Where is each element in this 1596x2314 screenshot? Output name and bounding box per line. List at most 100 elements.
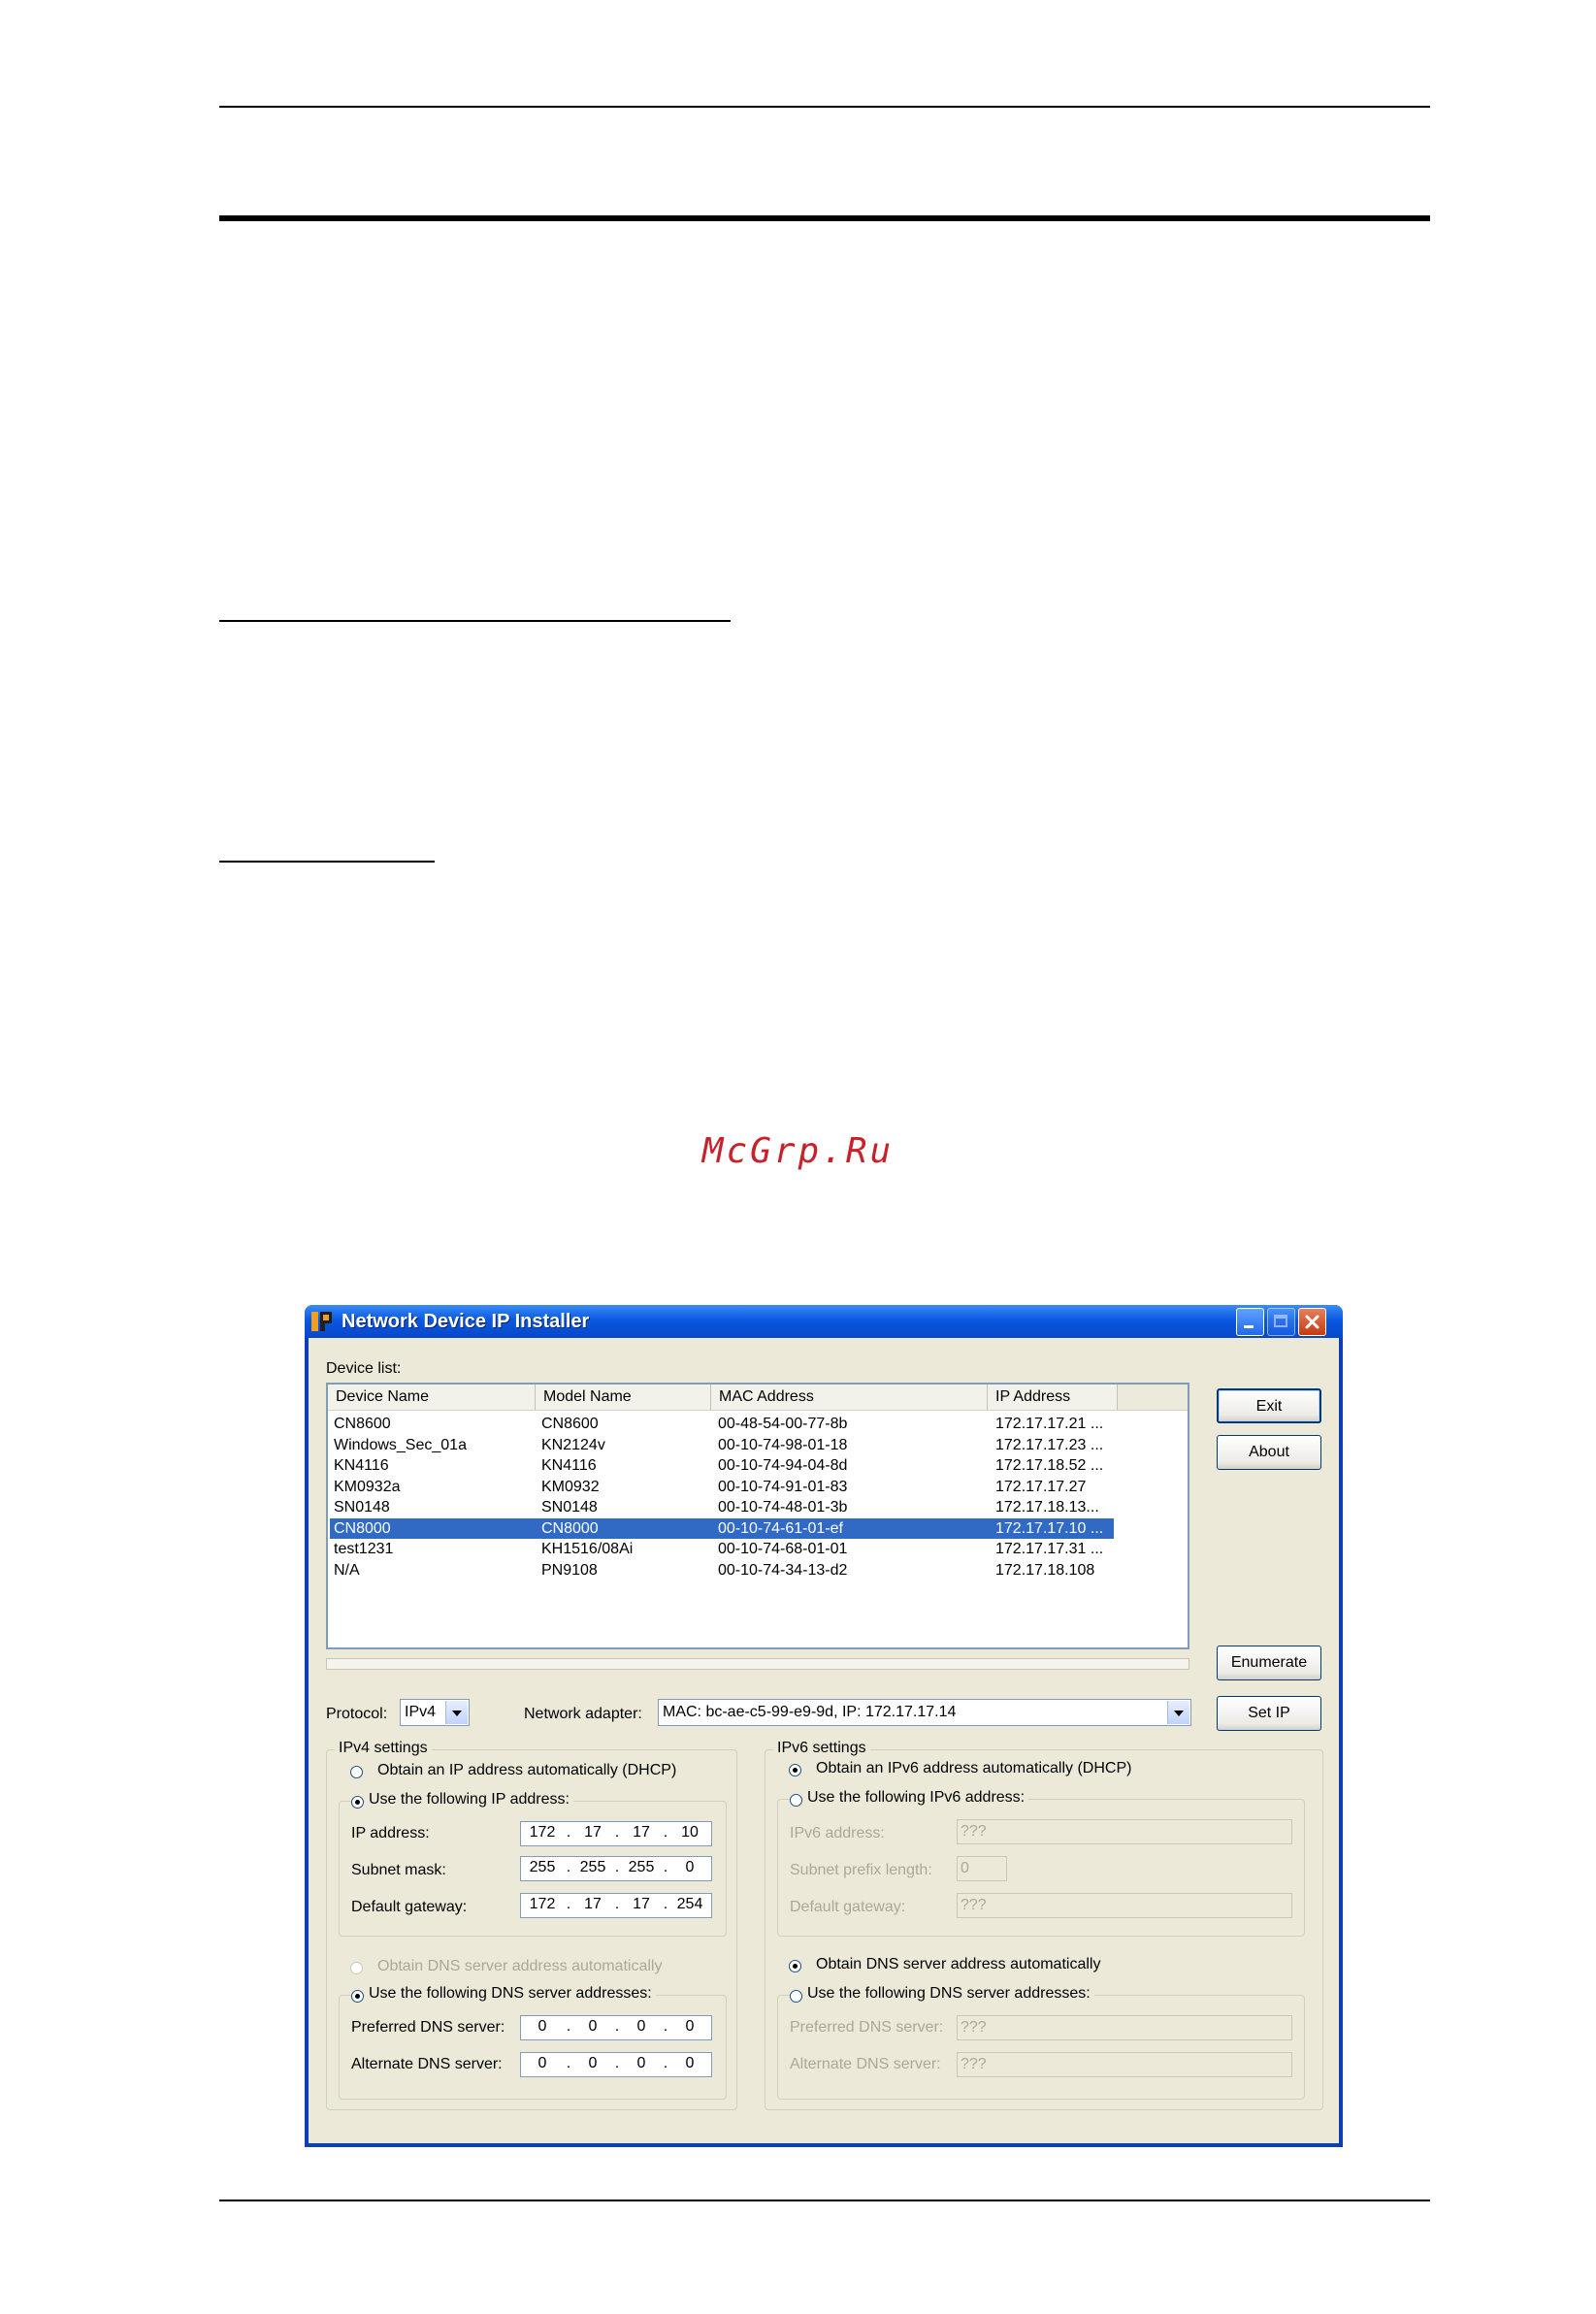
table-row[interactable]: N/A PN9108 00-10-74-34-13-d2 172.17.18.108 <box>330 1560 1114 1581</box>
ipv6-preferred-dns-field[interactable]: ??? <box>957 2015 1292 2040</box>
about-button[interactable]: About <box>1217 1435 1321 1470</box>
ipv6-static-label[interactable]: Use the following IPv6 address: <box>803 1789 1029 1807</box>
alternate-dns-field[interactable]: 0. 0. 0. 0 <box>520 2052 712 2077</box>
device-name-cell: SN0148 <box>334 1499 390 1516</box>
ipv6-dns-static-label[interactable]: Use the following DNS server addresses: <box>803 1985 1094 2003</box>
set-ip-button[interactable]: Set IP <box>1217 1696 1321 1731</box>
alt-dns-octet-3: 0 <box>636 2055 646 2071</box>
ip-octet-1: 172 <box>529 1824 556 1841</box>
ip-dot: . <box>663 2055 668 2071</box>
model-name-cell: SN0148 <box>541 1499 598 1516</box>
ipv6-dns-subgroup: Use the following DNS server addresses: … <box>777 1985 1305 2100</box>
maximize-icon <box>1274 1315 1287 1327</box>
ip-address-cell: 172.17.18.13... <box>995 1499 1099 1516</box>
ipv6-gateway-field[interactable]: ??? <box>957 1893 1292 1918</box>
default-gateway-label: Default gateway: <box>351 1899 468 1915</box>
device-name-cell: N/A <box>334 1561 360 1579</box>
ipv4-dhcp-label[interactable]: Obtain an IP address automatically (DHCP… <box>377 1762 676 1779</box>
ipv4-settings-group: IPv4 settings Obtain an IP address autom… <box>326 1740 737 2110</box>
model-name-cell: KM0932 <box>541 1478 600 1495</box>
minimize-button[interactable] <box>1236 1308 1264 1336</box>
subnet-prefix-length-field[interactable]: 0 <box>957 1856 1007 1881</box>
alternate-dns-label: Alternate DNS server: <box>351 2056 503 2072</box>
alt-dns-octet-4: 0 <box>685 2055 695 2071</box>
column-ip-address[interactable]: IP Address <box>988 1385 1118 1410</box>
subnet-mask-field[interactable]: 255. 255. 255. 0 <box>520 1856 712 1881</box>
pref-dns-octet-1: 0 <box>537 2018 547 2035</box>
app-icon <box>311 1312 332 1331</box>
ipv6-dhcp-label[interactable]: Obtain an IPv6 address automatically (DH… <box>816 1760 1131 1777</box>
ipv4-dns-static-radio[interactable] <box>351 1990 364 2003</box>
ip-dot: . <box>614 2018 620 2035</box>
chevron-down-icon[interactable] <box>1167 1701 1189 1724</box>
mask-octet-2: 255 <box>579 1859 606 1875</box>
table-row[interactable]: KM0932a KM0932 00-10-74-91-01-83 172.17.17.… <box>330 1477 1114 1497</box>
preferred-dns-field[interactable]: 0. 0. 0. 0 <box>520 2015 712 2040</box>
default-gateway-field[interactable]: 172. 17. 17. 254 <box>520 1893 712 1918</box>
table-row[interactable]: test1231 KH1516/08Ai 00-10-74-68-01-01 172.… <box>330 1539 1114 1559</box>
model-name-cell: KH1516/08Ai <box>541 1541 634 1557</box>
title-bar[interactable]: Network Device IP Installer <box>305 1305 1343 1338</box>
ipv4-dhcp-radio[interactable] <box>350 1766 363 1778</box>
watermark: McGrp.Ru <box>701 1131 895 1171</box>
model-name-cell: PN9108 <box>541 1561 598 1579</box>
network-adapter-select[interactable]: MAC: bc-ae-c5-99-e9-9d, IP: 172.17.17.14 <box>658 1699 1191 1726</box>
device-list-label: Device list: <box>326 1360 402 1377</box>
horizontal-scrollbar[interactable] <box>326 1658 1189 1670</box>
device-list[interactable]: Device Name Model Name MAC Address IP Ad… <box>326 1383 1189 1649</box>
table-row[interactable]: CN8600 CN8600 00-48-54-00-77-8b 172.17.17.2… <box>330 1414 1114 1434</box>
section-underline-1 <box>219 620 731 622</box>
ip-dot: . <box>566 2055 571 2071</box>
ipv6-alternate-dns-field[interactable]: ??? <box>957 2052 1292 2077</box>
mask-octet-4: 0 <box>685 1859 695 1875</box>
ip-address-field[interactable]: 172. 17. 17. 10 <box>520 1821 712 1846</box>
column-mac-address[interactable]: MAC Address <box>711 1385 988 1410</box>
ipv6-dns-auto-radio[interactable] <box>789 1960 801 1972</box>
ipv6-static-radio[interactable] <box>790 1794 802 1807</box>
ipv4-dns-static-label[interactable]: Use the following DNS server addresses: <box>365 1985 656 2003</box>
ipv4-static-radio[interactable] <box>351 1796 364 1809</box>
ipv6-address-field[interactable]: ??? <box>957 1819 1292 1844</box>
ip-address-cell: 172.17.17.27 <box>995 1478 1087 1495</box>
ip-octet-4: 10 <box>681 1824 699 1841</box>
model-name-cell: KN2124v <box>541 1436 605 1453</box>
gateway-octet-4: 254 <box>676 1896 703 1912</box>
ipv6-dns-auto-label[interactable]: Obtain DNS server address automatically <box>816 1956 1100 1973</box>
ipv4-settings-title: IPv4 settings <box>335 1740 432 1757</box>
ip-dot: . <box>614 1859 620 1875</box>
ipv4-dns-auto-label[interactable]: Obtain DNS server address automatically <box>377 1958 662 1975</box>
protocol-select[interactable]: IPv4 <box>400 1699 470 1726</box>
ip-dot: . <box>566 1824 571 1841</box>
gateway-octet-3: 17 <box>633 1896 650 1912</box>
ipv6-static-subgroup: Use the following IPv6 address: IPv6 add… <box>777 1789 1305 1937</box>
ipv6-dns-static-radio[interactable] <box>790 1990 802 2003</box>
table-row[interactable]: CN8000 CN8000 00-10-74-61-01-ef 172.17.17.1… <box>330 1517 1114 1539</box>
table-row[interactable]: KN4116 KN4116 00-10-74-94-04-8d 172.17.18.5… <box>330 1455 1114 1476</box>
exit-button[interactable]: Exit <box>1217 1388 1321 1423</box>
ipv6-address-label: IPv6 address: <box>790 1825 885 1841</box>
ip-installer-window: Network Device IP Installer Device list:… <box>305 1305 1343 2147</box>
ipv4-dns-subgroup: Use the following DNS server addresses: … <box>339 1985 727 2100</box>
table-row[interactable]: Windows_Sec_01a KN2124v 00-10-74-98-01-18 1… <box>330 1435 1114 1455</box>
maximize-button[interactable] <box>1267 1308 1295 1336</box>
ipv4-dns-auto-radio[interactable] <box>350 1962 363 1974</box>
chevron-down-icon[interactable] <box>445 1701 468 1724</box>
close-button[interactable] <box>1298 1308 1326 1336</box>
device-name-cell: CN8000 <box>334 1519 391 1537</box>
mac-address-cell: 00-10-74-61-01-ef <box>718 1519 843 1537</box>
device-name-cell: KN4116 <box>334 1457 389 1474</box>
ip-octet-2: 17 <box>584 1824 602 1841</box>
ipv4-static-subgroup: Use the following IP address: IP address… <box>339 1791 727 1937</box>
ipv6-dhcp-radio[interactable] <box>789 1764 801 1776</box>
mac-address-cell: 00-10-74-48-01-3b <box>718 1499 848 1516</box>
alt-dns-octet-1: 0 <box>537 2055 547 2071</box>
column-device-name[interactable]: Device Name <box>328 1385 536 1410</box>
table-row[interactable]: SN0148 SN0148 00-10-74-48-01-3b 172.17.18.1… <box>330 1497 1114 1517</box>
footer-rule <box>219 2200 1430 2201</box>
ipv6-alternate-dns-label: Alternate DNS server: <box>790 2056 941 2072</box>
ip-address-label: IP address: <box>351 1825 430 1841</box>
ipv4-static-label[interactable]: Use the following IP address: <box>365 1791 573 1809</box>
column-model-name[interactable]: Model Name <box>536 1385 711 1410</box>
enumerate-button[interactable]: Enumerate <box>1217 1646 1321 1680</box>
ip-dot: . <box>566 1896 571 1912</box>
